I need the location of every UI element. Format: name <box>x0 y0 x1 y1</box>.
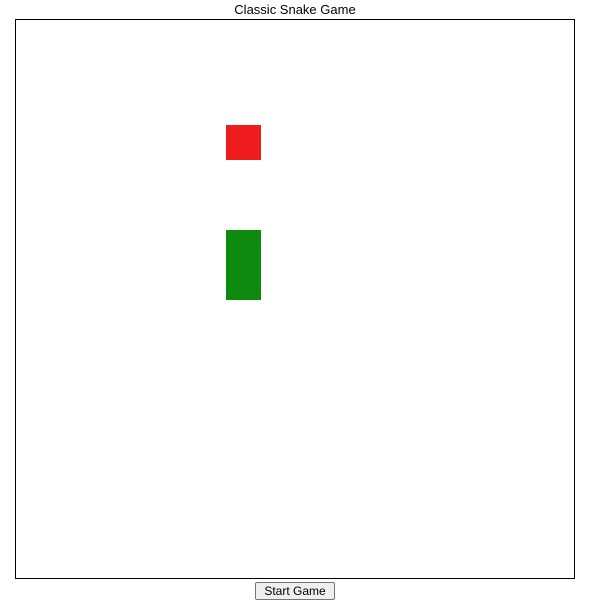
food-cell <box>226 125 261 160</box>
snake-segment <box>226 265 261 300</box>
snake-segment <box>226 230 261 265</box>
controls-bar: Start Game <box>255 582 334 600</box>
game-board[interactable] <box>15 19 575 579</box>
start-game-button[interactable]: Start Game <box>255 582 334 600</box>
game-title: Classic Snake Game <box>234 2 355 17</box>
